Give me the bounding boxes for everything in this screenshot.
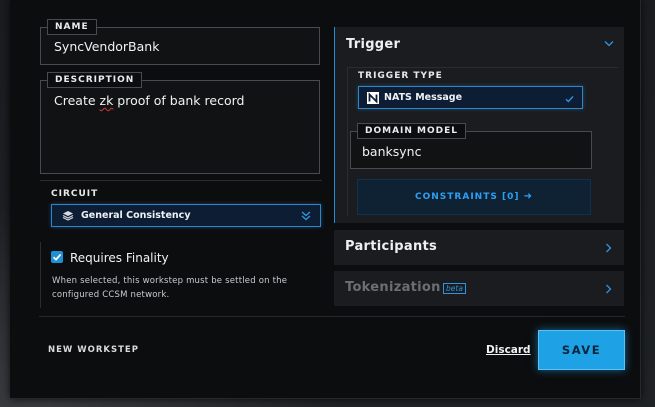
save-button[interactable]: SAVE bbox=[538, 330, 625, 370]
double-chevron-down-icon bbox=[301, 211, 311, 221]
footer-divider bbox=[39, 316, 625, 317]
chevron-right-icon bbox=[606, 243, 612, 253]
tokenization-panel[interactable]: Tokenization beta bbox=[334, 271, 624, 306]
constraints-label: CONSTRAINTS [0] ➜ bbox=[358, 191, 590, 202]
constraints-text: CONSTRAINTS [0] bbox=[415, 192, 520, 202]
discard-link[interactable]: Discard bbox=[486, 344, 531, 356]
name-field[interactable]: NAME SyncVendorBank bbox=[40, 19, 320, 65]
description-text-suffix: proof of bank record bbox=[113, 93, 245, 108]
layers-icon bbox=[62, 211, 74, 221]
requires-finality-label: Requires Finality bbox=[70, 251, 169, 265]
trigger-type-label: TRIGGER TYPE bbox=[358, 71, 443, 81]
trigger-title: Trigger bbox=[346, 37, 401, 52]
tokenization-title: Tokenization bbox=[345, 280, 441, 295]
circuit-selected-value: General Consistency bbox=[81, 210, 191, 221]
requires-finality-checkbox[interactable] bbox=[51, 251, 63, 263]
trigger-type-select[interactable]: NATS Message bbox=[358, 86, 583, 109]
participants-title: Participants bbox=[345, 239, 438, 254]
constraints-button[interactable]: CONSTRAINTS [0] ➜ bbox=[357, 179, 591, 215]
domain-model-value: banksync bbox=[362, 144, 422, 159]
circuit-select[interactable]: General Consistency bbox=[51, 204, 321, 227]
arrow-right-icon: ➜ bbox=[523, 191, 533, 202]
circuit-label: CIRCUIT bbox=[51, 189, 99, 199]
name-value: SyncVendorBank bbox=[54, 39, 160, 54]
misspelled-word: zk bbox=[99, 93, 114, 108]
participants-panel[interactable]: Participants bbox=[334, 230, 624, 265]
finality-help-text: When selected, this workstep must be set… bbox=[52, 276, 288, 300]
chevron-down-icon[interactable] bbox=[604, 40, 614, 48]
modal-title: NEW WORKSTEP bbox=[48, 345, 139, 355]
description-text-prefix: Create bbox=[54, 93, 100, 108]
trigger-type-selected-value: NATS Message bbox=[384, 92, 463, 103]
description-label: DESCRIPTION bbox=[47, 72, 143, 88]
beta-badge: beta bbox=[443, 283, 466, 294]
chevron-right-icon bbox=[606, 284, 612, 294]
check-icon bbox=[52, 253, 62, 261]
domain-model-label: DOMAIN MODEL bbox=[357, 123, 467, 139]
workstep-modal: NAME SyncVendorBank DESCRIPTION Create z… bbox=[10, 0, 641, 399]
description-field[interactable]: DESCRIPTION Create zk proof of bank reco… bbox=[40, 72, 320, 174]
domain-model-field[interactable]: DOMAIN MODEL banksync bbox=[350, 123, 592, 169]
name-label: NAME bbox=[47, 19, 97, 35]
nats-logo-icon bbox=[367, 92, 379, 104]
check-icon bbox=[565, 96, 574, 103]
description-value: Create zk proof of bank record bbox=[54, 93, 244, 108]
